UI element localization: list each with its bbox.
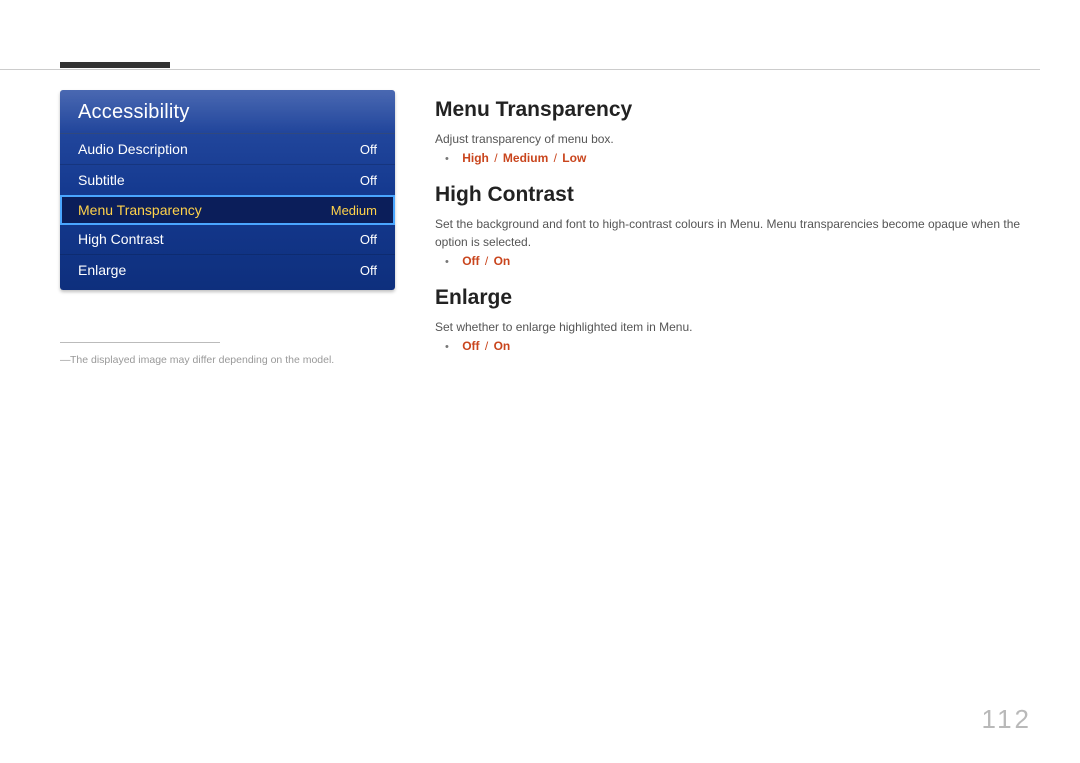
option-separator: / — [554, 151, 557, 165]
menu-row-subtitle[interactable]: Subtitle Off — [60, 165, 395, 196]
footnote-text: ―The displayed image may differ dependin… — [60, 353, 395, 369]
option-on: On — [494, 339, 511, 353]
left-column: Accessibility Audio Description Off Subt… — [60, 90, 395, 371]
section-heading-high-contrast: High Contrast — [435, 183, 1030, 207]
option-off: Off — [462, 339, 479, 353]
chapter-tab-marker — [60, 62, 170, 68]
chapter-divider — [0, 64, 1040, 70]
page-body: Accessibility Audio Description Off Subt… — [60, 90, 1030, 371]
section-heading-enlarge: Enlarge — [435, 286, 1030, 310]
section-options-menu-transparency: High / Medium / Low — [435, 151, 1030, 165]
menu-row-value: Off — [360, 142, 377, 157]
menu-row-high-contrast[interactable]: High Contrast Off — [60, 224, 395, 255]
menu-row-label: Subtitle — [78, 172, 125, 188]
menu-row-value: Off — [360, 173, 377, 188]
menu-row-value: Off — [360, 263, 377, 278]
section-desc-high-contrast: Set the background and font to high-cont… — [435, 215, 1030, 251]
option-low: Low — [562, 151, 586, 165]
option-off: Off — [462, 254, 479, 268]
footnote-divider — [60, 342, 220, 343]
menu-row-label: Menu Transparency — [78, 202, 202, 218]
option-separator: / — [494, 151, 497, 165]
menu-row-enlarge[interactable]: Enlarge Off — [60, 255, 395, 290]
right-column: Menu Transparency Adjust transparency of… — [435, 90, 1030, 371]
option-separator: / — [485, 339, 488, 353]
page-number: 112 — [982, 704, 1032, 735]
accessibility-menu-panel: Accessibility Audio Description Off Subt… — [60, 90, 395, 290]
section-desc-enlarge: Set whether to enlarge highlighted item … — [435, 318, 1030, 336]
menu-row-audio-description[interactable]: Audio Description Off — [60, 134, 395, 165]
menu-row-value: Medium — [331, 203, 377, 218]
option-medium: Medium — [503, 151, 548, 165]
section-options-high-contrast: Off / On — [435, 254, 1030, 268]
menu-row-label: High Contrast — [78, 231, 164, 247]
section-desc-menu-transparency: Adjust transparency of menu box. — [435, 130, 1030, 148]
menu-row-label: Enlarge — [78, 262, 126, 278]
menu-row-menu-transparency[interactable]: Menu Transparency Medium — [60, 195, 395, 225]
section-options-enlarge: Off / On — [435, 339, 1030, 353]
menu-row-value: Off — [360, 232, 377, 247]
menu-panel-title: Accessibility — [60, 90, 395, 134]
menu-row-label: Audio Description — [78, 141, 188, 157]
section-heading-menu-transparency: Menu Transparency — [435, 98, 1030, 122]
option-separator: / — [485, 254, 488, 268]
option-on: On — [494, 254, 511, 268]
option-high: High — [462, 151, 489, 165]
